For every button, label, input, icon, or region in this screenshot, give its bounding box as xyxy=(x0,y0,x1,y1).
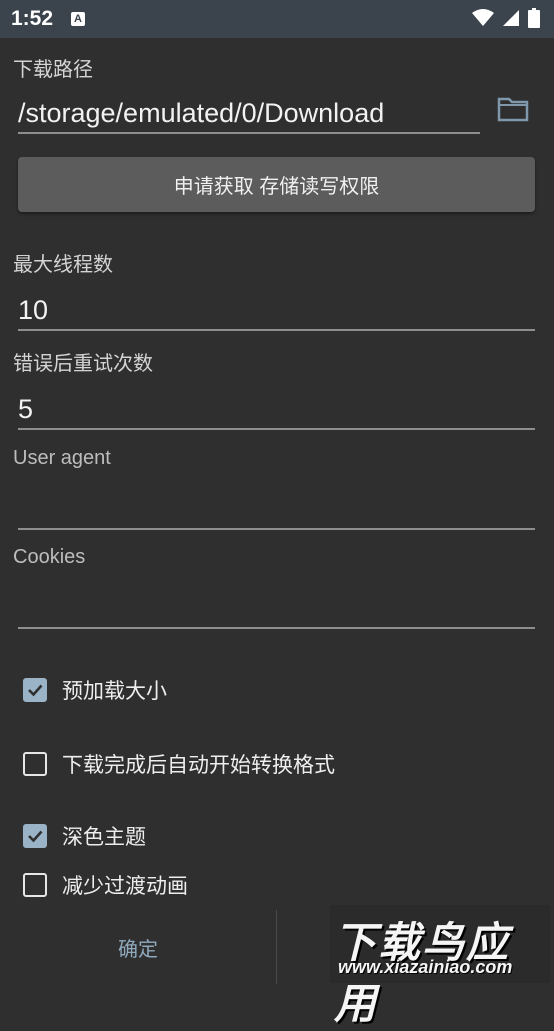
user-agent-input[interactable] xyxy=(18,490,535,530)
watermark-url: www.xiazainiao.com xyxy=(338,957,513,977)
option-auto-convert-format[interactable]: 下载完成后自动开始转换格式 xyxy=(23,749,335,779)
option-reduce-animations[interactable]: 减少过渡动画 xyxy=(23,870,188,900)
option-label: 预加载大小 xyxy=(62,680,167,703)
max-threads-label: 最大线程数 xyxy=(13,254,113,276)
checkbox-checked-icon[interactable] xyxy=(23,824,47,848)
option-label: 减少过渡动画 xyxy=(62,875,188,898)
confirm-button[interactable]: 确定 xyxy=(0,910,276,984)
option-label: 深色主题 xyxy=(62,826,146,849)
footer-divider xyxy=(276,910,277,984)
cookies-input[interactable] xyxy=(18,589,535,629)
retry-count-input[interactable]: 5 xyxy=(18,390,535,430)
option-label: 下载完成后自动开始转换格式 xyxy=(62,754,335,777)
request-storage-permission-button[interactable]: 申请获取 存储读写权限 xyxy=(18,157,535,212)
status-time: 1:52 xyxy=(11,7,54,30)
max-threads-input[interactable]: 10 xyxy=(18,291,535,331)
download-path-label: 下载路径 xyxy=(13,59,93,81)
option-preload-size[interactable]: 预加载大小 xyxy=(23,675,167,705)
checkbox-unchecked-icon[interactable] xyxy=(23,752,47,776)
wifi-icon xyxy=(472,9,494,26)
download-path-input[interactable]: /storage/emulated/0/Download xyxy=(18,94,480,134)
notification-a-icon: A xyxy=(71,12,85,26)
checkbox-unchecked-icon[interactable] xyxy=(23,873,47,897)
retry-count-label: 错误后重试次数 xyxy=(13,353,153,375)
user-agent-label: User agent xyxy=(13,447,111,469)
battery-icon xyxy=(528,8,540,28)
watermark-logo: 下载鸟应用 www.xiazainiao.com xyxy=(330,905,550,1027)
checkbox-checked-icon[interactable] xyxy=(23,678,47,702)
folder-icon[interactable] xyxy=(497,96,529,122)
cookies-label: Cookies xyxy=(13,546,86,568)
cell-signal-icon xyxy=(503,10,519,26)
option-dark-theme[interactable]: 深色主题 xyxy=(23,821,146,851)
status-bar: 1:52 A xyxy=(0,0,554,38)
